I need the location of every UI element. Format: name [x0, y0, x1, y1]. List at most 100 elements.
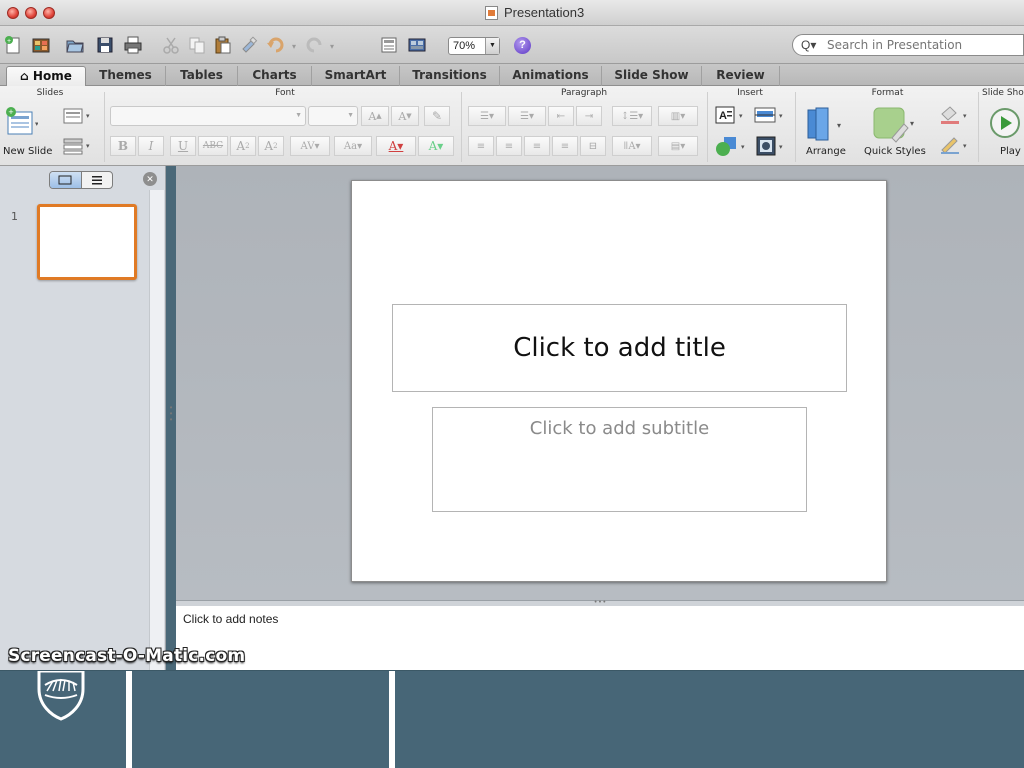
tab-tables[interactable]: Tables [166, 66, 238, 86]
undo-button[interactable]: ▾ [266, 34, 300, 56]
svg-text:▾: ▾ [779, 113, 783, 120]
strikethrough-button[interactable]: ABC [198, 136, 228, 156]
search-input[interactable] [827, 37, 1017, 53]
zoom-window-button[interactable] [43, 7, 55, 19]
panel-scrollbar[interactable] [149, 190, 164, 670]
outline-icon [91, 176, 102, 185]
subtitle-placeholder[interactable]: Click to add subtitle [432, 407, 807, 512]
bold-button[interactable]: B [110, 136, 136, 156]
tab-themes[interactable]: Themes [86, 66, 166, 86]
text-effects-button[interactable]: A▾ [418, 136, 454, 156]
align-center-button[interactable]: ≡ [496, 136, 522, 156]
format-painter-button[interactable] [238, 34, 260, 56]
panel-resize-handle[interactable]: • • • [167, 404, 175, 424]
eraser-icon: ✎ [431, 109, 443, 123]
copy-button[interactable] [186, 34, 208, 56]
zoom-select[interactable]: 70% ▼ [448, 37, 500, 55]
text-box-button[interactable]: A ▾ [714, 104, 748, 126]
align-text-icon: ▤▾ [670, 140, 686, 152]
watermark-text: Screencast-O-Matic.com [8, 646, 246, 666]
numbering-button[interactable]: ☰▾ [508, 106, 546, 126]
new-presentation-button[interactable]: + [2, 34, 24, 56]
slides-thumbnail-icon [58, 175, 72, 185]
bullets-button[interactable]: ☰▾ [468, 106, 506, 126]
font-color-icon: A▾ [388, 139, 404, 153]
columns-button[interactable]: ▥▾ [658, 106, 698, 126]
slide-canvas[interactable]: Click to add title Click to add subtitle [351, 180, 887, 582]
close-window-button[interactable] [7, 7, 19, 19]
increase-indent-button[interactable]: ⇥ [576, 106, 602, 126]
slides-panel: ✕ 1 [0, 166, 166, 670]
paste-icon [215, 36, 231, 54]
redo-button[interactable]: ▾ [304, 34, 338, 56]
search-box[interactable]: Q▾ [792, 34, 1024, 56]
close-panel-button[interactable]: ✕ [143, 172, 157, 186]
tab-slide-show[interactable]: Slide Show [602, 66, 702, 86]
change-case-button[interactable]: Aa▾ [334, 136, 372, 156]
tab-animations[interactable]: Animations [500, 66, 602, 86]
insert-shape-button[interactable]: ▾ [714, 134, 750, 158]
minimize-window-button[interactable] [25, 7, 37, 19]
media-browser-button[interactable] [406, 34, 428, 56]
notes-pane[interactable]: Click to add notes [176, 606, 1024, 670]
tab-transitions[interactable]: Transitions [400, 66, 500, 86]
character-spacing-button[interactable]: AV▾ [290, 136, 330, 156]
svg-text:▾: ▾ [292, 42, 296, 51]
slide-layout-button[interactable]: ▾ [62, 106, 92, 126]
new-slide-button[interactable]: + ▾ [4, 106, 39, 140]
section-button[interactable]: ▾ [62, 136, 92, 156]
underline-button[interactable]: U [170, 136, 196, 156]
decrease-indent-button[interactable]: ⇤ [548, 106, 574, 126]
font-name-field[interactable]: ▼ [110, 106, 306, 126]
align-text-button[interactable]: ▤▾ [658, 136, 698, 156]
align-right-button[interactable]: ≡ [524, 136, 550, 156]
templates-button[interactable] [30, 34, 52, 56]
help-button[interactable]: ? [514, 37, 531, 54]
clear-formatting-button[interactable]: ✎ [424, 106, 450, 126]
title-placeholder[interactable]: Click to add title [392, 304, 847, 392]
text-direction-button[interactable]: ǁA▾ [612, 136, 652, 156]
svg-text:▾: ▾ [837, 121, 841, 130]
cut-button[interactable] [160, 34, 182, 56]
distributed-button[interactable]: ⊟ [580, 136, 606, 156]
quick-styles-button[interactable]: ▾ [868, 104, 918, 144]
paste-button[interactable] [212, 34, 234, 56]
tab-smartart[interactable]: SmartArt [312, 66, 400, 86]
font-color-button[interactable]: A▾ [376, 136, 416, 156]
slides-view-button[interactable] [50, 172, 82, 188]
insert-picture-button[interactable]: ▾ [752, 104, 788, 126]
tab-review[interactable]: Review [702, 66, 780, 86]
insert-media-button[interactable]: ▾ [754, 134, 790, 158]
play-slideshow-button[interactable] [988, 106, 1022, 140]
shrink-font-button[interactable]: A ▼ [391, 106, 419, 126]
grow-font-button[interactable]: A ▲ [361, 106, 389, 126]
justify-icon: ≡ [560, 140, 570, 152]
bottom-brand-bar [0, 670, 1024, 768]
chevron-down-icon: ▼ [295, 112, 302, 119]
quick-styles-label: Quick Styles [864, 146, 926, 157]
show-formatting-button[interactable] [378, 34, 400, 56]
shape-line-button[interactable]: ▾ [936, 134, 972, 156]
presentation-document-icon [485, 5, 498, 20]
slide-thumbnail[interactable] [37, 204, 137, 280]
line-spacing-button[interactable]: ↕☰▾ [612, 106, 652, 126]
panel-view-toggle [49, 171, 113, 189]
outline-view-button[interactable] [82, 172, 113, 188]
subscript-button[interactable]: A2 [258, 136, 284, 156]
arrange-button[interactable]: ▾ [804, 106, 848, 146]
tab-home[interactable]: ⌂ Home [6, 66, 86, 86]
align-right-icon: ≡ [532, 140, 542, 152]
italic-button[interactable]: I [138, 136, 164, 156]
print-button[interactable] [122, 34, 144, 56]
superscript-button[interactable]: A2 [230, 136, 256, 156]
align-left-button[interactable]: ≡ [468, 136, 494, 156]
group-label-font: Font [275, 88, 295, 98]
open-button[interactable] [64, 34, 86, 56]
tab-charts[interactable]: Charts [238, 66, 312, 86]
shapes-icon: ▾ [716, 137, 745, 156]
font-size-field[interactable]: ▼ [308, 106, 358, 126]
shape-fill-button[interactable]: ▾ [936, 104, 972, 126]
justify-button[interactable]: ≡ [552, 136, 578, 156]
svg-text:A: A [719, 110, 727, 122]
save-button[interactable] [94, 34, 116, 56]
